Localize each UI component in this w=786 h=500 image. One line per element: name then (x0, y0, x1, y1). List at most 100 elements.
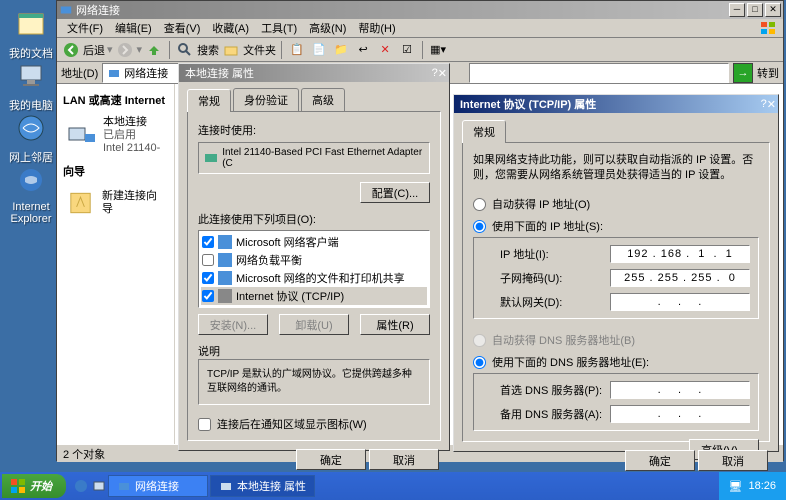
adapter-icon (203, 150, 218, 166)
connect-using-label: 连接时使用: (198, 122, 430, 138)
item-ms-client: Microsoft 网络客户端 (201, 233, 427, 251)
tray-icon[interactable]: 🖥 (729, 480, 743, 493)
desktop-icon-ie[interactable]: Internet Explorer (6, 164, 56, 225)
dlg2-cancel-button[interactable]: 取消 (698, 450, 768, 471)
menu-tools[interactable]: 工具(T) (255, 18, 303, 38)
dlg2-close-button[interactable]: ✕ (767, 98, 776, 111)
conn-name: 本地连接 (103, 116, 160, 129)
items-listbox[interactable]: Microsoft 网络客户端 网络负载平衡 Microsoft 网络的文件和打… (198, 230, 430, 308)
desc-header: 说明 (198, 343, 430, 359)
left-pane: LAN 或高速 Internet 本地连接 已启用 Intel 21140- 向… (57, 84, 175, 444)
search-icon[interactable] (175, 40, 195, 60)
tool-icon-1[interactable]: 📋 (287, 40, 307, 60)
ip-input[interactable] (610, 245, 750, 263)
menu-view[interactable]: 查看(V) (158, 18, 207, 38)
search-label[interactable]: 搜索 (197, 42, 219, 58)
views-icon[interactable]: ▦▾ (428, 40, 448, 60)
quick-launch-1[interactable] (72, 475, 90, 497)
menu-favorites[interactable]: 收藏(A) (206, 18, 255, 38)
dlg1-titlebar[interactable]: 本地连接 属性 ? ✕ (179, 64, 449, 82)
desktop-icon-documents[interactable]: 我的文档 (6, 8, 56, 61)
notify-checkbox[interactable] (198, 418, 211, 431)
properties-button[interactable]: 属性(R) (360, 314, 430, 335)
dlg1-ok-button[interactable]: 确定 (296, 449, 366, 470)
radio-use-ip[interactable] (473, 220, 486, 233)
address-dropdown[interactable] (469, 63, 729, 83)
task-network-conn[interactable]: 网络连接 (108, 475, 208, 497)
menu-help[interactable]: 帮助(H) (352, 18, 401, 38)
address-icon (107, 66, 121, 80)
tool-icon-4[interactable]: ↩ (353, 40, 373, 60)
menubar: 文件(F) 编辑(E) 查看(V) 收藏(A) 工具(T) 高级(N) 帮助(H… (57, 19, 783, 38)
task-local-conn-props[interactable]: 本地连接 属性 (210, 475, 315, 497)
dns1-label: 首选 DNS 服务器(P): (500, 382, 602, 398)
titlebar[interactable]: 网络连接 ─ □ ✕ (57, 1, 783, 19)
desktop-icon-network[interactable]: 网上邻居 (6, 112, 56, 165)
item-tcpip: Internet 协议 (TCP/IP) (201, 287, 427, 305)
back-button[interactable] (61, 40, 81, 60)
tab-advanced[interactable]: 高级 (301, 88, 345, 111)
up-button[interactable] (144, 40, 164, 60)
folders-icon[interactable] (221, 40, 241, 60)
tab-general[interactable]: 常规 (187, 89, 231, 112)
gateway-input[interactable] (610, 293, 750, 311)
configure-button[interactable]: 配置(C)... (360, 182, 430, 203)
start-icon (10, 478, 26, 494)
minimize-button[interactable]: ─ (729, 3, 745, 17)
windows-logo-icon (759, 20, 779, 36)
mask-input[interactable] (610, 269, 750, 287)
uses-items-label: 此连接使用下列项目(O): (198, 211, 430, 227)
tab-auth[interactable]: 身份验证 (233, 88, 299, 111)
uninstall-button[interactable]: 卸载(U) (279, 314, 349, 335)
tool-icon-2[interactable]: 📄 (309, 40, 329, 60)
quick-launch-2[interactable] (90, 475, 108, 497)
delete-icon[interactable]: ✕ (375, 40, 395, 60)
maximize-button[interactable]: □ (747, 3, 763, 17)
conn-adapter: Intel 21140- (103, 142, 160, 155)
menu-edit[interactable]: 编辑(E) (109, 18, 158, 38)
desc-text: TCP/IP 是默认的广域网协议。它提供跨越多种互联网络的通讯。 (198, 359, 430, 405)
wizard-label: 新建连接向导 (102, 190, 166, 216)
conn-status: 已启用 (103, 129, 160, 142)
wizard-item[interactable]: 新建连接向导 (61, 183, 170, 223)
dlg1-close-button[interactable]: ✕ (438, 67, 447, 80)
radio-auto-ip[interactable] (473, 198, 486, 211)
adapter-name: Intel 21140-Based PCI Fast Ethernet Adap… (222, 147, 425, 169)
menu-file[interactable]: 文件(F) (61, 18, 109, 38)
system-tray[interactable]: 🖥 18:26 (719, 472, 786, 500)
status-text: 2 个对象 (63, 446, 105, 462)
back-label[interactable]: 后退 (83, 42, 105, 58)
task-icon (219, 479, 233, 493)
go-button[interactable]: → (733, 63, 753, 83)
task-icon (117, 479, 131, 493)
item-file-share: Microsoft 网络的文件和打印机共享 (201, 269, 427, 287)
dlg2-ok-button[interactable]: 确定 (625, 450, 695, 471)
dlg2-titlebar[interactable]: Internet 协议 (TCP/IP) 属性 ? ✕ (454, 95, 778, 113)
dlg1-cancel-button[interactable]: 取消 (369, 449, 439, 470)
radio-use-dns[interactable] (473, 356, 486, 369)
clock: 18:26 (748, 480, 776, 492)
radio-auto-dns (473, 334, 486, 347)
section-header: LAN 或高速 Internet (61, 88, 170, 112)
item-nlb: 网络负载平衡 (201, 251, 427, 269)
nav-header: 向导 (61, 159, 170, 183)
connection-local[interactable]: 本地连接 已启用 Intel 21140- (61, 112, 170, 159)
dlg2-tab-general[interactable]: 常规 (462, 120, 506, 143)
dns1-input[interactable] (610, 381, 750, 399)
start-button[interactable]: 开始 (2, 474, 66, 498)
gateway-label: 默认网关(D): (500, 294, 562, 310)
close-button[interactable]: ✕ (765, 3, 781, 17)
intro-text: 如果网络支持此功能，则可以获取自动指派的 IP 设置。否则，您需要从网络系统管理… (473, 153, 759, 183)
menu-advanced[interactable]: 高级(N) (303, 18, 352, 38)
address-value[interactable]: 网络连接 (124, 65, 168, 81)
folders-label[interactable]: 文件夹 (243, 42, 276, 58)
address-label: 地址(D) (61, 65, 98, 81)
install-button[interactable]: 安装(N)... (198, 314, 268, 335)
taskbar: 开始 网络连接 本地连接 属性 🖥 18:26 (0, 472, 786, 500)
dialog-local-conn-props: 本地连接 属性 ? ✕ 常规 身份验证 高级 连接时使用: Intel 2114… (178, 63, 450, 451)
dns2-input[interactable] (610, 405, 750, 423)
tool-icon-5[interactable]: ☑ (397, 40, 417, 60)
tool-icon-3[interactable]: 📁 (331, 40, 351, 60)
dialog-tcpip-props: Internet 协议 (TCP/IP) 属性 ? ✕ 常规 如果网络支持此功能… (453, 94, 779, 452)
desktop-icon-computer[interactable]: 我的电脑 (6, 60, 56, 113)
